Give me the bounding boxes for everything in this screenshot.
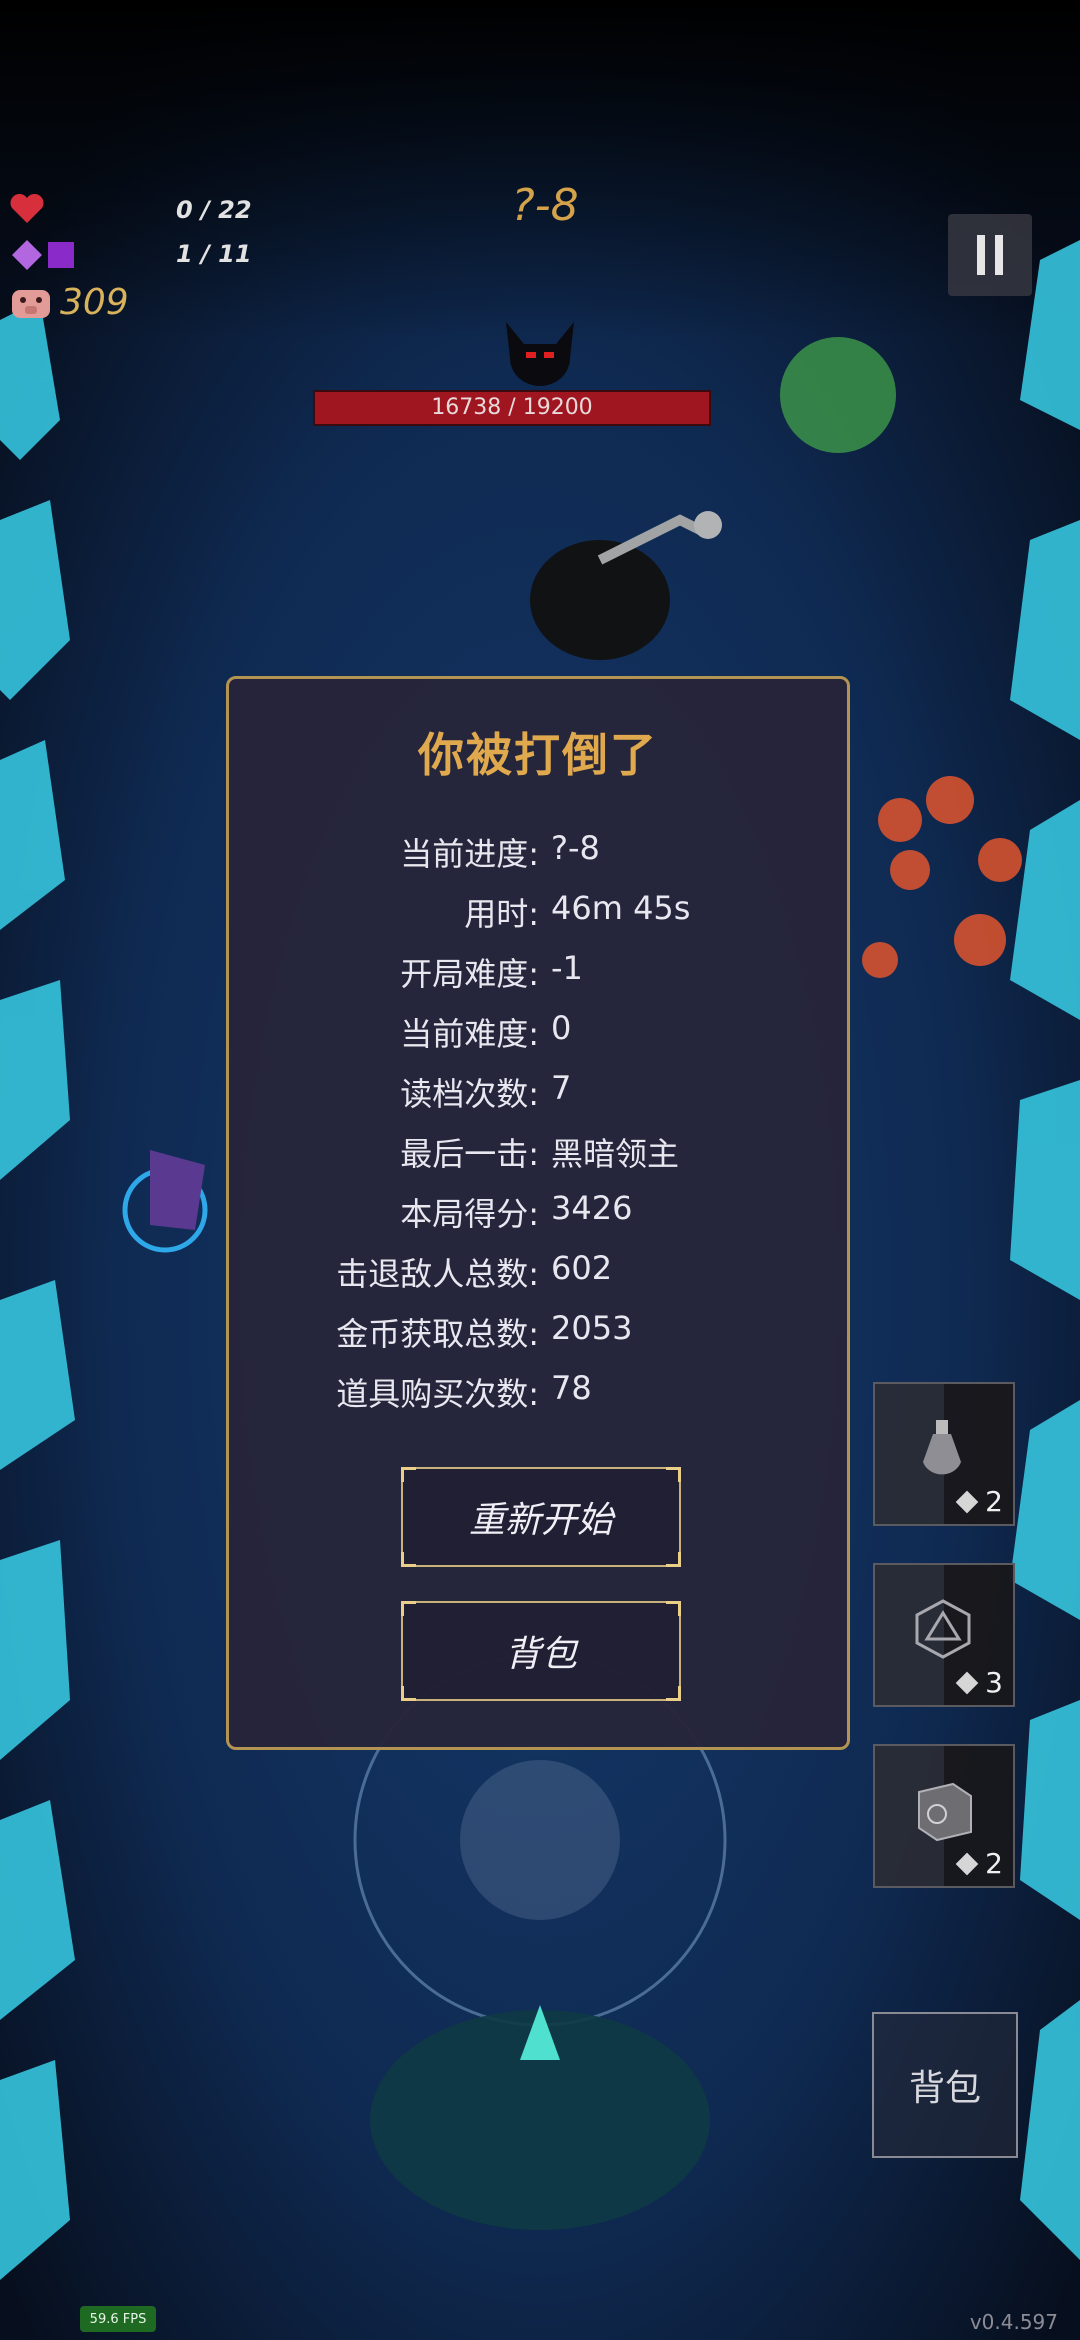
stat-row: 读档次数: 7 xyxy=(229,1069,847,1119)
stat-row: 道具购买次数: 78 xyxy=(229,1369,847,1419)
bag-button-label: 背包 xyxy=(908,2068,981,2109)
dialog-title: 你被打倒了 xyxy=(418,728,658,782)
stat-value: 2053 xyxy=(551,1309,633,1347)
stat-value: 46m 45s xyxy=(551,889,691,927)
stat-label: 金币获取总数: xyxy=(336,1315,539,1353)
stat-label: 道具购买次数: xyxy=(336,1375,539,1413)
stat-value: 3426 xyxy=(551,1189,633,1227)
item-slot-rune-cube[interactable]: 2 xyxy=(873,1744,1015,1888)
health-row xyxy=(10,192,44,226)
stat-row: 用时: 46m 45s xyxy=(229,889,847,939)
item-slot-potion[interactable]: 2 xyxy=(873,1382,1015,1526)
bag-button[interactable]: 背包 xyxy=(872,2012,1018,2158)
rune-cube-icon xyxy=(909,1774,979,1848)
item-count: 2 xyxy=(985,1485,1003,1518)
boss-health-text: 16738 / 19200 xyxy=(431,395,593,420)
stat-row: 开局难度: -1 xyxy=(229,949,847,999)
stat-value: 黑暗领主 xyxy=(551,1135,680,1173)
pig-icon xyxy=(10,283,52,323)
stat-row: 当前进度: ?-8 xyxy=(229,829,847,879)
coins-row: 309 xyxy=(10,282,129,323)
restart-button[interactable]: 重新开始 xyxy=(401,1467,681,1567)
restart-button-label: 重新开始 xyxy=(468,1500,613,1541)
heart-icon xyxy=(10,192,44,226)
item-count: 2 xyxy=(985,1847,1003,1880)
dice-icon xyxy=(915,1599,971,1663)
stat-label: 开局难度: xyxy=(400,955,539,993)
stat-row: 当前难度: 0 xyxy=(229,1009,847,1059)
stat-label: 用时: xyxy=(464,895,539,933)
level-label: ?-8 xyxy=(511,180,579,231)
pause-button[interactable] xyxy=(948,214,1032,296)
stat-value: 0 xyxy=(551,1009,572,1047)
fps-counter: 59.6 FPS xyxy=(80,2306,156,2332)
stat-row: 最后一击: 黑暗领主 xyxy=(229,1129,847,1179)
stat-value: ?-8 xyxy=(551,829,600,867)
item-count: 3 xyxy=(985,1666,1003,1699)
item-slot-dice[interactable]: 3 xyxy=(873,1563,1015,1707)
boss-demon-icon xyxy=(500,318,580,388)
stat-value: 78 xyxy=(551,1369,592,1407)
purple-diamond-icon xyxy=(10,238,44,272)
health-value: 0 / 22 xyxy=(176,196,252,224)
stat-value: -1 xyxy=(551,949,583,987)
potion-icon xyxy=(919,1418,965,1488)
stat-label: 本局得分: xyxy=(400,1195,539,1233)
stat-label: 当前进度: xyxy=(400,835,539,873)
stat-row: 金币获取总数: 2053 xyxy=(229,1309,847,1359)
stat-label: 读档次数: xyxy=(400,1075,539,1113)
stat-label: 击退敌人总数: xyxy=(336,1255,539,1293)
dialog-bag-button[interactable]: 背包 xyxy=(401,1601,681,1701)
defeat-dialog: 你被打倒了 当前进度: ?-8 用时: 46m 45s 开局难度: -1 当前难… xyxy=(226,676,850,1750)
coins-value: 309 xyxy=(60,282,129,323)
stat-row: 击退敌人总数: 602 xyxy=(229,1249,847,1299)
version-label: v0.4.597 xyxy=(969,2310,1058,2334)
dialog-bag-button-label: 背包 xyxy=(504,1634,577,1675)
boss-health-bar: 16738 / 19200 xyxy=(313,390,711,426)
stat-row: 本局得分: 3426 xyxy=(229,1189,847,1239)
pause-icon xyxy=(972,235,1008,275)
mana-bar xyxy=(48,242,74,268)
stat-label: 最后一击: xyxy=(400,1135,539,1173)
mana-value: 1 / 11 xyxy=(176,240,252,268)
mana-row xyxy=(10,238,74,272)
stat-value: 7 xyxy=(551,1069,572,1107)
stat-label: 当前难度: xyxy=(400,1015,539,1053)
stat-value: 602 xyxy=(551,1249,613,1287)
